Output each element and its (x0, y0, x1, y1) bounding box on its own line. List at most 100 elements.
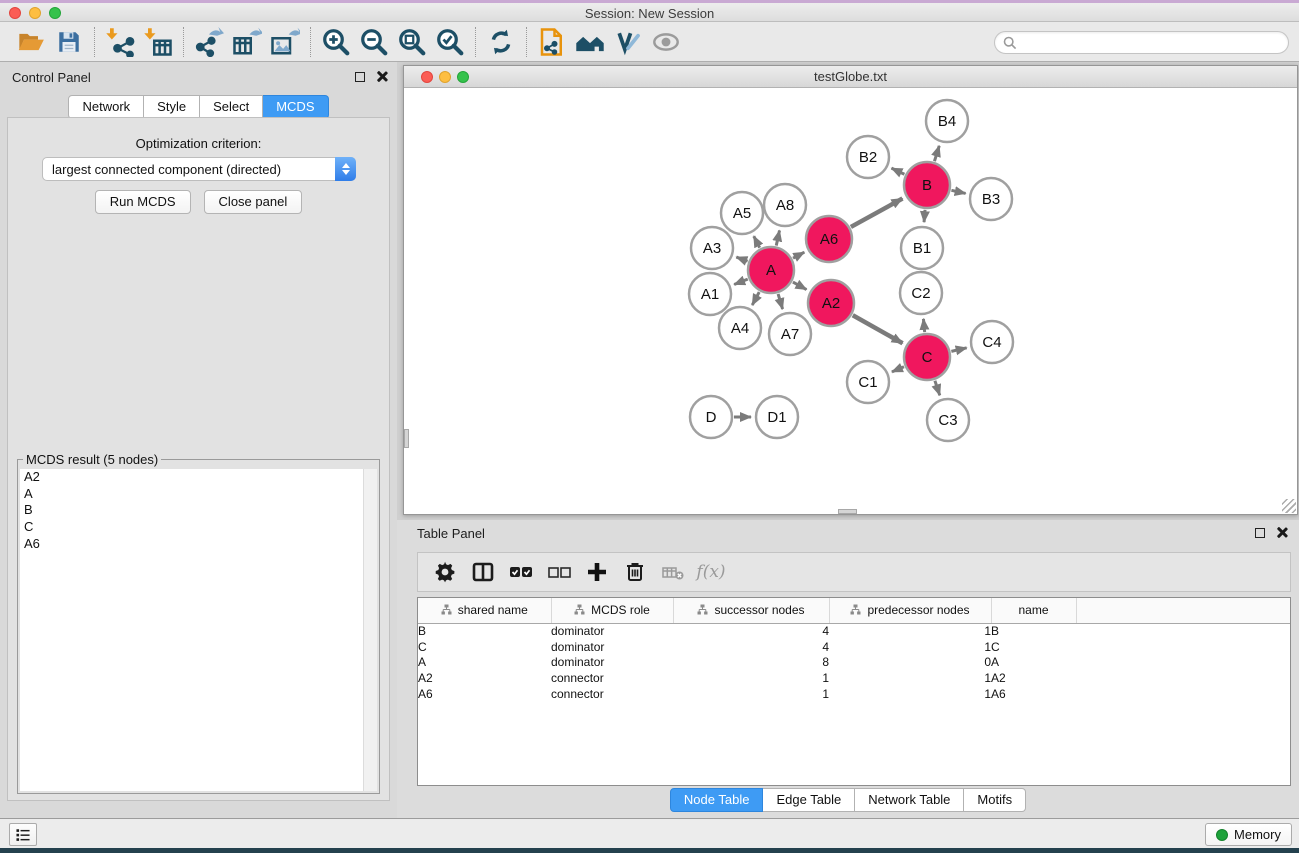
node-A1[interactable]: A1 (689, 273, 731, 315)
run-mcds-button[interactable]: Run MCDS (95, 190, 191, 214)
edge-A-A1[interactable] (734, 279, 748, 284)
node-C[interactable]: C (904, 334, 950, 380)
zoom-in-button[interactable] (317, 25, 355, 59)
close-panel-button[interactable]: Close panel (204, 190, 303, 214)
edge-A-A2[interactable] (793, 282, 807, 289)
result-item[interactable]: C (20, 519, 377, 536)
deselect-all-button[interactable] (540, 555, 578, 589)
refresh-button[interactable] (482, 25, 520, 59)
cell[interactable]: dominator (551, 639, 673, 655)
criterion-select[interactable]: largest connected component (directed) (42, 157, 356, 181)
node-D1[interactable]: D1 (756, 396, 798, 438)
cell[interactable]: B (418, 623, 551, 639)
add-column-button[interactable] (578, 555, 616, 589)
cell[interactable]: A2 (991, 670, 1076, 686)
cell[interactable]: dominator (551, 654, 673, 670)
node-C4[interactable]: C4 (971, 321, 1013, 363)
edge-A-A8[interactable] (776, 230, 779, 245)
cell[interactable]: 0 (829, 654, 991, 670)
open-session-button[interactable] (12, 25, 50, 59)
tab-select[interactable]: Select (200, 95, 263, 119)
node-B2[interactable]: B2 (847, 136, 889, 178)
cell[interactable]: C (991, 639, 1076, 655)
result-item[interactable]: B (20, 502, 377, 519)
node-B3[interactable]: B3 (970, 178, 1012, 220)
cell[interactable]: 1 (673, 686, 829, 702)
cell[interactable]: connector (551, 686, 673, 702)
edge-A-A4[interactable] (752, 292, 759, 305)
node-A5[interactable]: A5 (721, 192, 763, 234)
edge-B-B1[interactable] (924, 210, 925, 222)
node-A6[interactable]: A6 (806, 216, 852, 262)
table-row[interactable]: Adominator80A (418, 654, 1290, 670)
table-row[interactable]: Bdominator41B (418, 623, 1290, 639)
node-C1[interactable]: C1 (847, 361, 889, 403)
column-header-shared-name[interactable]: shared name (418, 598, 551, 623)
delete-table-button[interactable] (654, 555, 692, 589)
memory-button[interactable]: Memory (1205, 823, 1292, 846)
node-A2[interactable]: A2 (808, 280, 854, 326)
select-all-button[interactable] (502, 555, 540, 589)
edge-C-C3[interactable] (935, 381, 940, 396)
float-panel-icon[interactable] (1255, 528, 1265, 538)
cell[interactable]: A2 (418, 670, 551, 686)
cell[interactable]: dominator (551, 623, 673, 639)
delete-column-button[interactable] (616, 555, 654, 589)
zoom-out-button[interactable] (355, 25, 393, 59)
tab-style[interactable]: Style (144, 95, 200, 119)
edge-A-A5[interactable] (754, 236, 760, 248)
cell[interactable]: connector (551, 670, 673, 686)
node-B[interactable]: B (904, 162, 950, 208)
column-visibility-button[interactable] (464, 555, 502, 589)
column-header-predecessor-nodes[interactable]: predecessor nodes (829, 598, 991, 623)
node-C3[interactable]: C3 (927, 399, 969, 441)
cell[interactable]: 4 (673, 623, 829, 639)
float-panel-icon[interactable] (355, 72, 365, 82)
cell[interactable]: 1 (829, 686, 991, 702)
node-D[interactable]: D (690, 396, 732, 438)
edge-A-A7[interactable] (778, 294, 782, 309)
node-attribute-table[interactable]: shared nameMCDS rolesuccessor nodesprede… (417, 597, 1291, 786)
node-B4[interactable]: B4 (926, 100, 968, 142)
column-header-MCDS-role[interactable]: MCDS role (551, 598, 673, 623)
result-item[interactable]: A (20, 486, 377, 503)
import-table-button[interactable] (139, 25, 177, 59)
export-network-button[interactable] (190, 25, 228, 59)
node-A3[interactable]: A3 (691, 227, 733, 269)
node-A7[interactable]: A7 (769, 313, 811, 355)
canvas-bottom-handle[interactable] (838, 509, 857, 514)
mcds-result-list[interactable]: A2ABCA6 (20, 469, 377, 791)
cell[interactable]: A6 (991, 686, 1076, 702)
node-A8[interactable]: A8 (764, 184, 806, 226)
edge-C-C2[interactable] (923, 319, 924, 332)
node-C2[interactable]: C2 (900, 272, 942, 314)
result-item[interactable]: A6 (20, 535, 377, 552)
tab-node-table[interactable]: Node Table (670, 788, 764, 812)
table-row[interactable]: A2connector11A2 (418, 670, 1290, 686)
new-network-from-selection-button[interactable] (533, 25, 571, 59)
table-row[interactable]: Cdominator41C (418, 639, 1290, 655)
result-item[interactable]: A2 (20, 469, 377, 486)
cell[interactable]: 8 (673, 654, 829, 670)
home-button[interactable] (571, 25, 609, 59)
cell[interactable]: 1 (829, 623, 991, 639)
edge-A2-C[interactable] (853, 315, 903, 343)
cell[interactable]: A6 (418, 686, 551, 702)
search-field[interactable] (994, 31, 1289, 54)
cell[interactable]: 4 (673, 639, 829, 655)
export-table-button[interactable] (228, 25, 266, 59)
cell[interactable]: A (418, 654, 551, 670)
table-header-row[interactable]: shared nameMCDS rolesuccessor nodesprede… (418, 598, 1290, 623)
tab-network-table[interactable]: Network Table (855, 788, 964, 812)
node-B1[interactable]: B1 (901, 227, 943, 269)
cell[interactable]: B (991, 623, 1076, 639)
cell[interactable]: C (418, 639, 551, 655)
edge-C-C4[interactable] (951, 348, 966, 352)
edge-C-C1[interactable] (892, 367, 904, 372)
result-scrollbar[interactable] (363, 469, 377, 791)
tab-mcds[interactable]: MCDS (263, 95, 328, 119)
cell[interactable]: 1 (829, 639, 991, 655)
edge-A-A6[interactable] (793, 252, 804, 258)
edge-A-A3[interactable] (736, 257, 747, 261)
search-input[interactable] (1022, 35, 1288, 50)
